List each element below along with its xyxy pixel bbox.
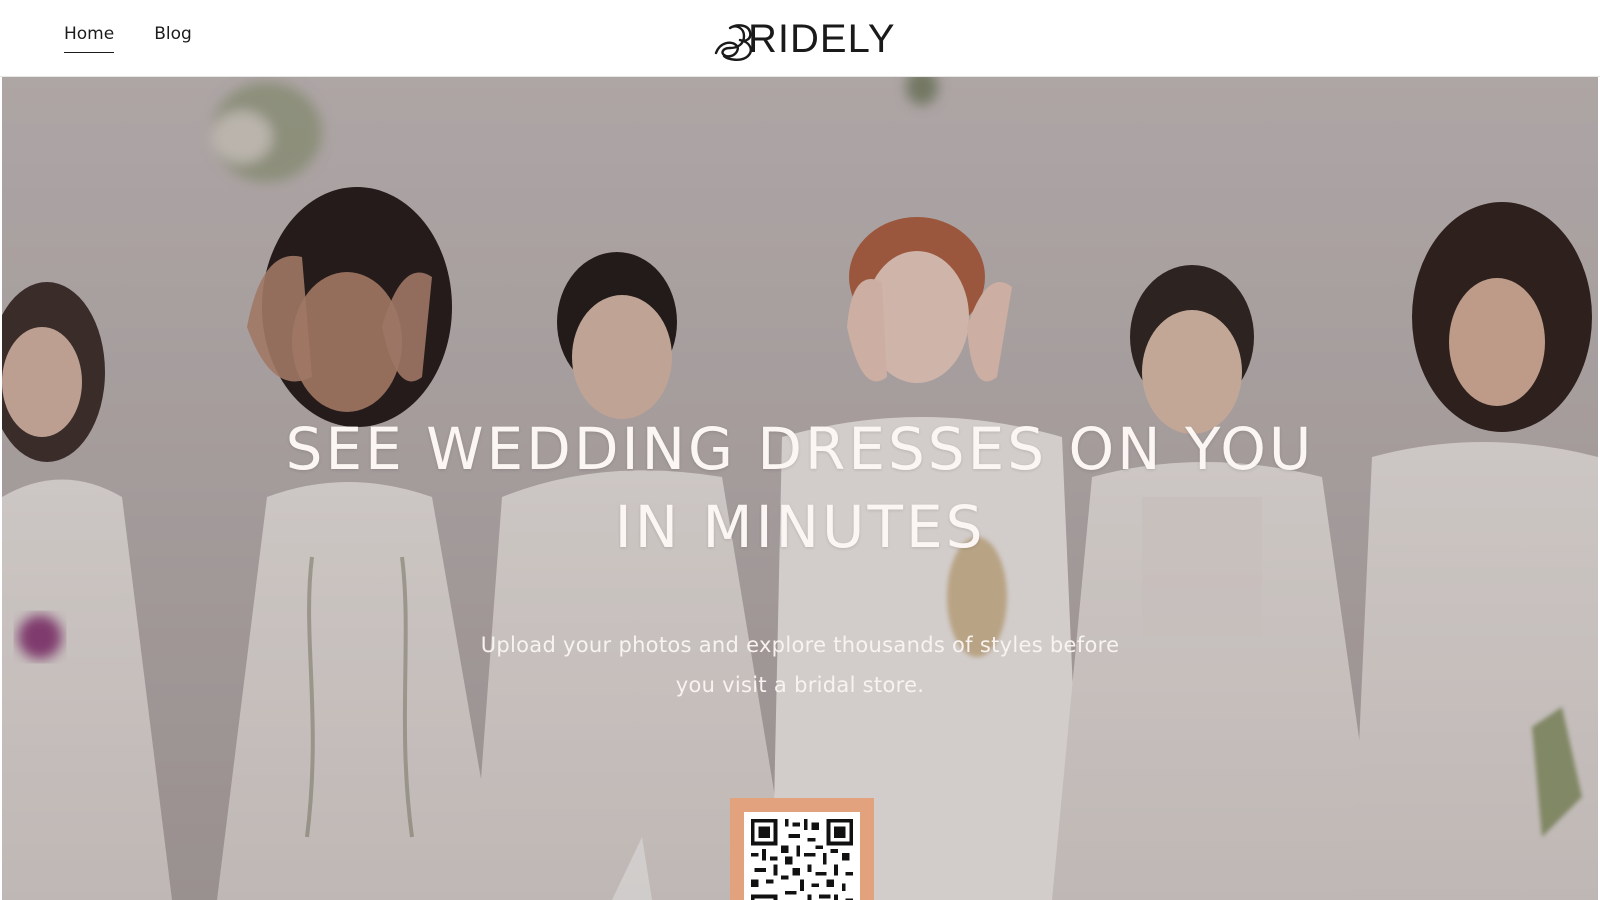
qr-code-image bbox=[747, 815, 857, 900]
hero-subtitle-line-2: you visit a bridal store. bbox=[675, 673, 925, 697]
main-nav: Home Blog bbox=[64, 24, 192, 53]
hero-title-line-1: SEE WEDDING DRESSES ON YOU bbox=[285, 415, 1315, 483]
hero-section: SEE WEDDING DRESSES ON YOU IN MINUTES Up… bbox=[2, 77, 1598, 900]
site-header: Home Blog RIDELY bbox=[0, 0, 1600, 77]
qr-code-icon bbox=[744, 812, 860, 900]
logo-wordmark: RIDELY bbox=[748, 17, 896, 61]
hero-subtitle-line-1: Upload your photos and explore thousands… bbox=[480, 633, 1120, 657]
qr-code-card[interactable] bbox=[730, 798, 874, 900]
nav-home-link[interactable]: Home bbox=[64, 24, 115, 53]
nav-blog-link[interactable]: Blog bbox=[154, 24, 192, 53]
hero-subtitle: Upload your photos and explore thousands… bbox=[2, 625, 1598, 705]
page: Home Blog RIDELY SEE WEDDING DRESSES ON … bbox=[0, 0, 1600, 900]
hero-title: SEE WEDDING DRESSES ON YOU IN MINUTES bbox=[2, 410, 1598, 566]
bridely-logo[interactable]: RIDELY bbox=[710, 16, 896, 62]
hero-title-line-2: IN MINUTES bbox=[614, 493, 986, 561]
